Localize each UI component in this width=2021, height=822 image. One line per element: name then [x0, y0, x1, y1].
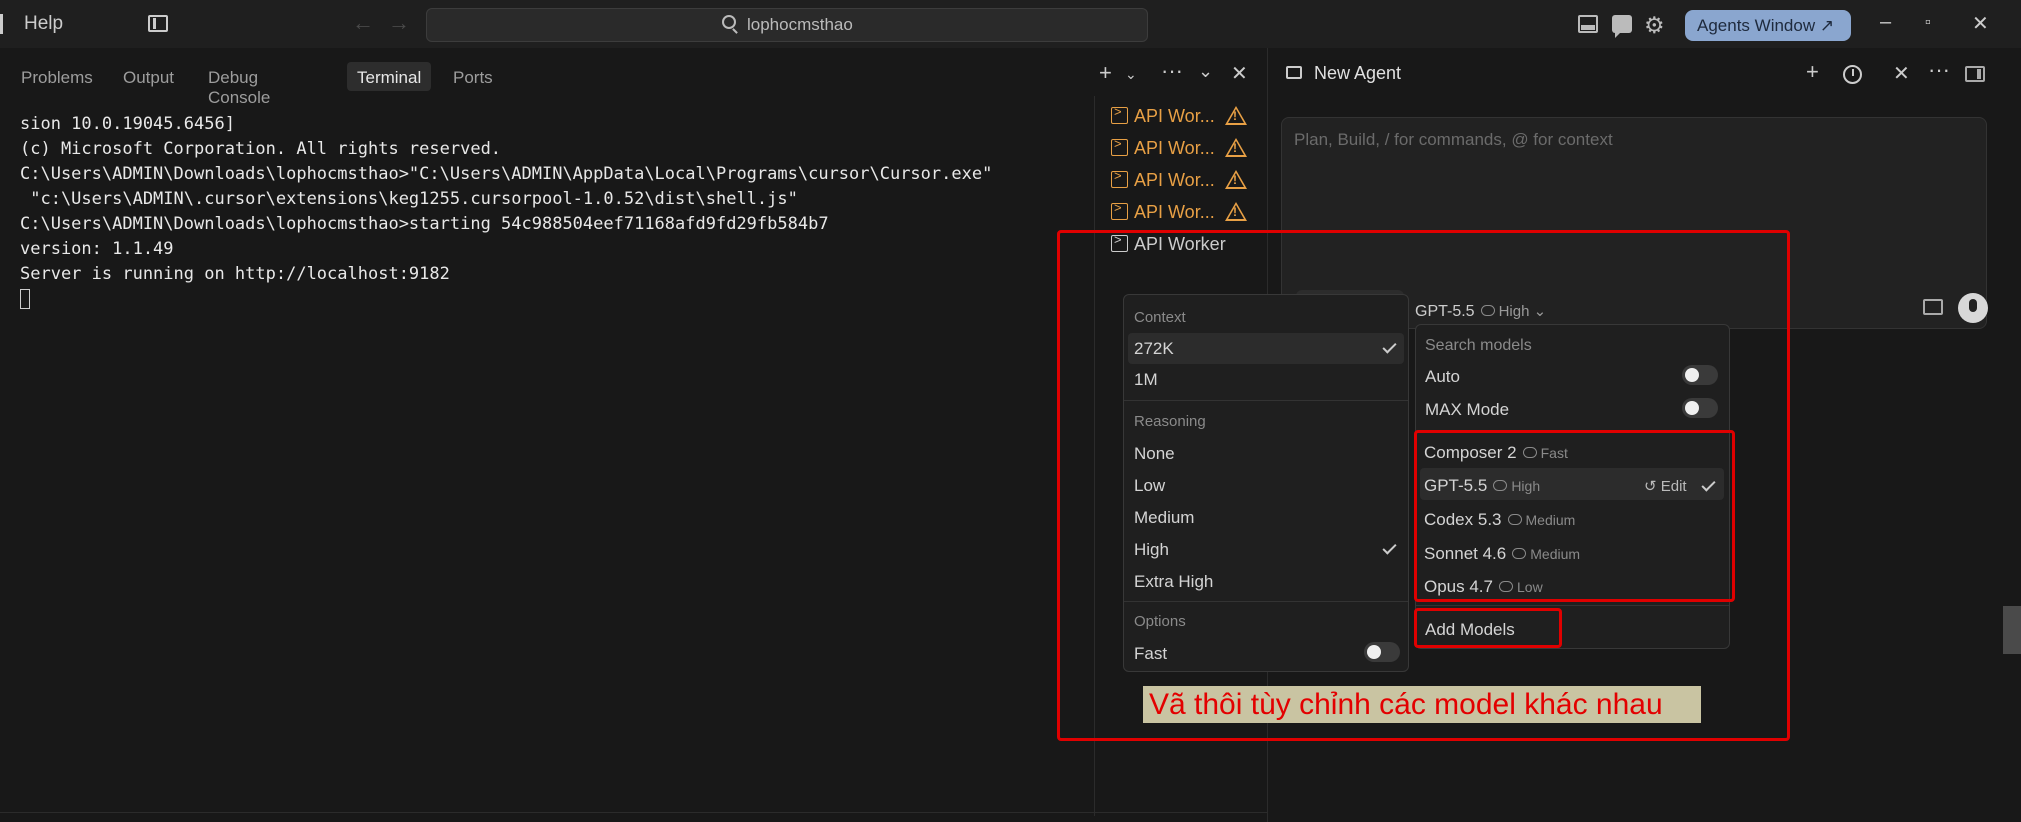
- search-text: lophocmsthao: [747, 15, 853, 34]
- terminal-line: Server is running on http://localhost:91…: [20, 264, 450, 284]
- terminal-line: C:\Users\ADMIN\Downloads\lophocmsthao>"C…: [20, 164, 993, 184]
- terminal-list-item[interactable]: API Wor...: [1111, 200, 1247, 223]
- agent-title: New Agent: [1314, 63, 1402, 83]
- search-icon: [722, 15, 736, 29]
- chevron-down-icon[interactable]: ⌄: [1198, 61, 1213, 82]
- more-options-icon[interactable]: ···: [1928, 57, 1950, 83]
- minimize-button[interactable]: –: [1880, 11, 1891, 34]
- sidebar-toggle-icon[interactable]: [1965, 66, 1985, 82]
- terminal-list-item[interactable]: API Wor...: [1111, 104, 1247, 127]
- warning-icon: [1225, 170, 1247, 189]
- panel-actions: + ⌄ ··· ⌄ ✕: [1095, 58, 1255, 90]
- annotation-caption: Vã thôi tùy chỉnh các model khác nhau: [1143, 686, 1701, 723]
- terminal-list-item[interactable]: API Wor...: [1111, 136, 1247, 159]
- terminal-line: C:\Users\ADMIN\Downloads\lophocmsthao>st…: [20, 214, 829, 234]
- terminal-icon: [1111, 168, 1128, 188]
- tab-ports[interactable]: Ports: [443, 62, 503, 91]
- agents-window-button[interactable]: Agents Window ↗: [1685, 10, 1851, 41]
- tab-terminal[interactable]: Terminal: [347, 62, 432, 91]
- tab-problems[interactable]: Problems: [11, 62, 103, 91]
- forward-arrow-icon[interactable]: →: [388, 10, 410, 36]
- annotation-models-box: [1414, 430, 1735, 602]
- close-agent-icon[interactable]: ✕: [1893, 61, 1910, 86]
- terminal-icon: [1111, 200, 1128, 220]
- help-menu[interactable]: Help: [24, 13, 63, 35]
- menu-edge-marker: [0, 14, 3, 34]
- terminal-label: API Wor...: [1134, 202, 1215, 222]
- terminal-output[interactable]: sion 10.0.19045.6456] (c) Microsoft Corpo…: [20, 112, 992, 312]
- terminal-line: (c) Microsoft Corporation. All rights re…: [20, 139, 502, 159]
- terminal-icon: [1111, 136, 1128, 156]
- microphone-button[interactable]: [1958, 293, 1988, 323]
- restore-button[interactable]: ▫: [1925, 14, 1931, 32]
- back-arrow-icon[interactable]: ←: [352, 10, 374, 36]
- close-panel-icon[interactable]: ✕: [1231, 61, 1248, 86]
- image-icon[interactable]: [1923, 299, 1943, 315]
- terminal-label: API Wor...: [1134, 138, 1215, 158]
- terminal-dropdown-icon[interactable]: ⌄: [1125, 66, 1137, 83]
- warning-icon: [1225, 106, 1247, 125]
- title-bar: Help ← → lophocmsthao ⚙ Agents Window ↗ …: [0, 0, 2021, 48]
- scrollbar-thumb[interactable]: [2003, 606, 2021, 654]
- close-window-button[interactable]: ✕: [1972, 11, 1989, 36]
- terminal-line: sion 10.0.19045.6456]: [20, 114, 235, 134]
- terminal-label: API Wor...: [1134, 106, 1215, 126]
- history-icon[interactable]: [1843, 65, 1862, 84]
- toggle-panel-icon[interactable]: [1578, 15, 1598, 33]
- chat-icon[interactable]: [1612, 15, 1632, 38]
- toggle-sidebar-icon[interactable]: [148, 15, 168, 32]
- terminal-line: "c:\Users\ADMIN\.cursor\extensions\keg12…: [20, 189, 798, 209]
- new-terminal-icon[interactable]: +: [1099, 60, 1112, 86]
- warning-icon: [1225, 202, 1247, 221]
- tab-debug-console[interactable]: Debug Console: [198, 62, 280, 107]
- terminal-list-item[interactable]: API Wor...: [1111, 168, 1247, 191]
- panel-bottom-border: [0, 812, 1267, 813]
- more-actions-icon[interactable]: ···: [1161, 58, 1183, 84]
- warning-icon: [1225, 138, 1247, 157]
- annotation-add-models-box: [1414, 608, 1562, 648]
- agent-header: New Agent + ✕ ···: [1268, 48, 2008, 96]
- new-agent-icon[interactable]: +: [1806, 59, 1819, 85]
- terminal-cursor: [20, 289, 30, 309]
- chat-icon: [1286, 66, 1302, 79]
- terminal-line: version: 1.1.49: [20, 239, 174, 259]
- gear-icon[interactable]: ⚙: [1644, 12, 1665, 39]
- terminal-icon: [1111, 104, 1128, 124]
- tab-output[interactable]: Output: [113, 62, 184, 91]
- prompt-input[interactable]: [1294, 130, 1974, 150]
- terminal-label: API Wor...: [1134, 170, 1215, 190]
